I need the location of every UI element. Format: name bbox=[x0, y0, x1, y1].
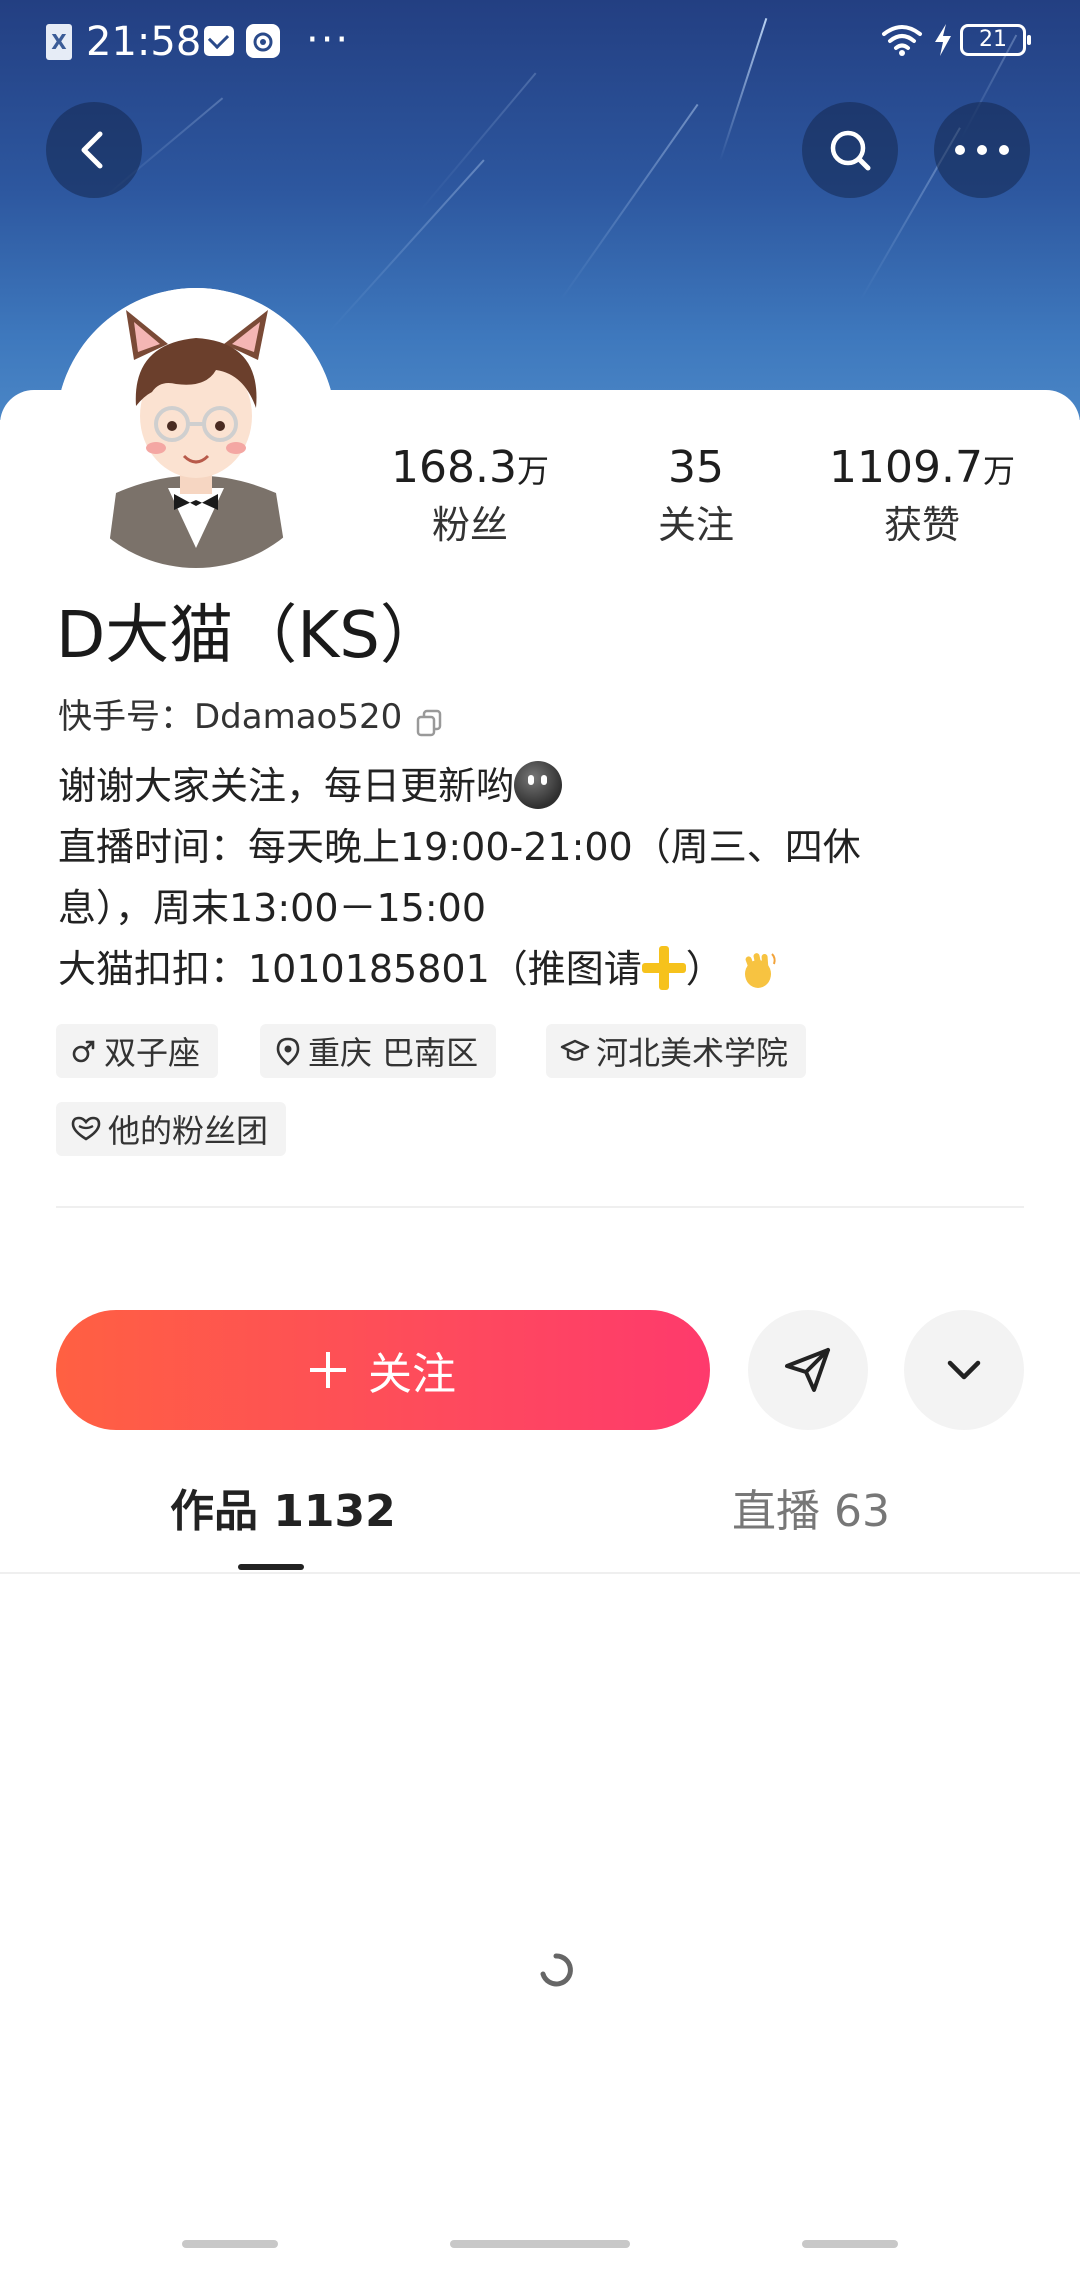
battery-indicator: 21 bbox=[960, 24, 1031, 56]
location-pin-icon bbox=[276, 1037, 300, 1066]
followers-stat[interactable]: 168.3万 粉丝 bbox=[360, 440, 580, 551]
chevron-down-icon bbox=[947, 1360, 981, 1380]
bio-line: 大猫扣扣：1010185801（推图请） bbox=[58, 939, 1018, 1000]
bio-line: 谢谢大家关注，每日更新哟 bbox=[58, 756, 1018, 817]
nav-back-handle[interactable] bbox=[802, 2240, 898, 2248]
likes-stat[interactable]: 1109.7万 获赞 bbox=[812, 440, 1032, 551]
follow-button[interactable]: 关注 bbox=[56, 1310, 710, 1430]
fan-group-tag[interactable]: 他的粉丝团 bbox=[56, 1102, 287, 1156]
likes-label: 获赞 bbox=[883, 503, 960, 547]
meteor-streak bbox=[559, 103, 699, 302]
status-time: 21:58 bbox=[86, 19, 202, 65]
grinning-face-emoji-icon bbox=[514, 761, 563, 809]
message-notification-icon bbox=[204, 26, 234, 56]
bio-line: 直播时间：每天晚上19:00-21:00（周三、四休 bbox=[58, 825, 861, 869]
plus-emoji-icon bbox=[641, 946, 686, 990]
send-icon bbox=[785, 1348, 830, 1392]
more-horizontal-icon bbox=[955, 145, 1009, 155]
search-icon bbox=[830, 130, 871, 171]
followers-label: 粉丝 bbox=[431, 503, 508, 547]
share-button[interactable] bbox=[748, 1310, 868, 1430]
search-button[interactable] bbox=[802, 102, 898, 198]
more-options-button[interactable] bbox=[934, 102, 1030, 198]
followers-count: 168.3万 bbox=[391, 442, 549, 493]
loading-spinner-icon bbox=[540, 1953, 573, 1987]
avatar[interactable] bbox=[56, 288, 336, 568]
kuaishou-id[interactable]: 快手号： Ddamao520 bbox=[58, 692, 444, 742]
location-tag[interactable]: 重庆 巴南区 bbox=[260, 1024, 497, 1078]
status-bar: X 21:58 ··· 21 bbox=[0, 0, 1080, 84]
profile-bio: 谢谢大家关注，每日更新哟 直播时间：每天晚上19:00-21:00（周三、四休 … bbox=[58, 756, 1018, 1000]
charging-icon bbox=[932, 22, 954, 69]
school-tag[interactable]: 河北美术学院 bbox=[546, 1024, 807, 1078]
kuaishou-id-value: Ddamao520 bbox=[194, 697, 403, 737]
meteor-streak bbox=[329, 159, 485, 332]
likes-count: 1109.7万 bbox=[829, 442, 1015, 493]
nav-home-handle[interactable] bbox=[450, 2240, 630, 2248]
nav-menu-handle[interactable] bbox=[182, 2240, 278, 2248]
meteor-streak bbox=[419, 72, 537, 212]
active-tab-indicator bbox=[238, 1564, 304, 1570]
wifi-icon bbox=[880, 22, 924, 62]
tab-live[interactable]: 直播 63 bbox=[732, 1480, 890, 1544]
more-notifications-icon: ··· bbox=[306, 17, 351, 63]
expand-recommendations-button[interactable] bbox=[904, 1310, 1024, 1430]
following-count: 35 bbox=[668, 442, 724, 493]
content-tabs: 作品 1132 直播 63 bbox=[0, 1470, 1080, 1574]
tab-works[interactable]: 作品 1132 bbox=[170, 1480, 396, 1544]
sim-card-icon: X bbox=[46, 24, 72, 60]
section-divider bbox=[56, 1206, 1024, 1208]
zodiac-tag[interactable]: 双子座 bbox=[56, 1024, 219, 1078]
heart-outline-icon bbox=[71, 1116, 101, 1141]
waving-hand-emoji-icon bbox=[744, 953, 776, 988]
bio-line: 息），周末13:00－15:00 bbox=[58, 886, 487, 930]
following-label: 关注 bbox=[657, 503, 734, 547]
following-stat[interactable]: 35 关注 bbox=[586, 440, 806, 551]
app-notification-icon bbox=[246, 24, 280, 58]
plus-icon bbox=[310, 1352, 346, 1388]
back-button[interactable] bbox=[46, 102, 142, 198]
copy-icon[interactable] bbox=[414, 702, 444, 737]
male-gender-icon bbox=[72, 1040, 95, 1063]
graduation-cap-icon bbox=[560, 1039, 590, 1061]
cartoon-avatar-image bbox=[56, 288, 336, 568]
follow-button-label: 关注 bbox=[368, 1349, 456, 1400]
profile-nickname: D大猫（KS） bbox=[56, 599, 444, 673]
kuaishou-id-prefix: 快手号： bbox=[58, 697, 194, 737]
loading-spinner bbox=[536, 1950, 576, 1994]
chevron-left-icon bbox=[81, 131, 103, 169]
